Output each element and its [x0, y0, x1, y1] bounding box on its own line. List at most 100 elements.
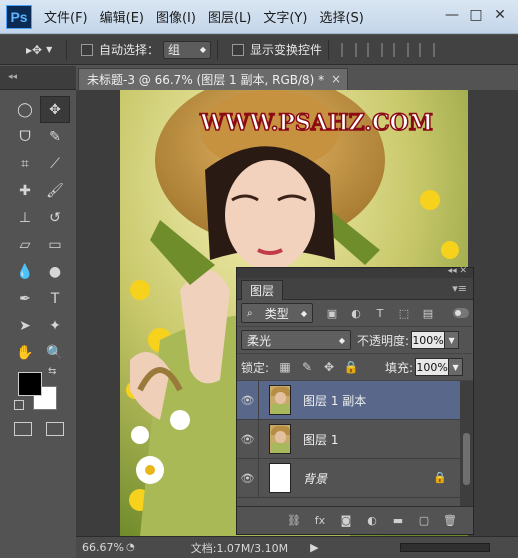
layers-tab-row: 图层 ▾≡ [237, 278, 473, 300]
tools-panel: ◂◂ ◯ ✥ ᗜ ✎ ⌗ ⟋ ✚ 🖌 ⊥ ↺ ▱ ▭ 💧 ● ✒ T ➤ ✦ ✋ 🔍 ⇆ [0, 66, 76, 544]
lock-image-icon[interactable]: ✎ [299, 360, 315, 374]
menu-select[interactable]: 选择(S) [319, 7, 363, 26]
quick-select-tool-icon[interactable]: ✎ [40, 123, 70, 150]
close-document-icon[interactable]: × [331, 72, 341, 86]
hand-tool-icon[interactable]: ✋ [10, 339, 40, 366]
fill-label: 填充: [385, 360, 414, 375]
lock-transparent-icon[interactable]: ▦ [277, 360, 293, 374]
close-window-button[interactable]: ✕ [488, 4, 512, 26]
group-icon[interactable]: ▬ [389, 514, 407, 527]
brush-tool-icon[interactable]: 🖌 [40, 177, 70, 204]
eraser-tool-icon[interactable]: ▱ [10, 231, 40, 258]
pen-tool-icon[interactable]: ✒ [10, 285, 40, 312]
link-icon[interactable]: ⛓ [285, 514, 303, 527]
layer-name[interactable]: 图层 1 副本 [303, 392, 366, 409]
foreground-color-swatch[interactable] [18, 372, 42, 396]
fx-icon[interactable]: fx [311, 514, 329, 527]
zoom-level[interactable]: 66.67% [76, 541, 126, 554]
filter-kind-dropdown[interactable]: ⌕ 类型 ◆ [241, 303, 313, 323]
document-title: 未标题-3 @ 66.7% (图层 1 副本, RGB/8) * [87, 73, 325, 87]
tool-preset-picker[interactable]: ▸✥ ▼ [26, 43, 60, 57]
document-tab[interactable]: 未标题-3 @ 66.7% (图层 1 副本, RGB/8) * × [78, 68, 348, 90]
crop-tool-icon[interactable]: ⌗ [10, 150, 40, 177]
eye-icon[interactable]: 👁 [237, 459, 259, 497]
blend-mode-dropdown[interactable]: 柔光 ◆ [241, 330, 351, 350]
healing-brush-tool-icon[interactable]: ✚ [10, 177, 40, 204]
history-brush-tool-icon[interactable]: ↺ [40, 204, 70, 231]
fill-input[interactable]: 100% [415, 358, 450, 376]
eye-icon[interactable]: 👁 [237, 420, 259, 458]
screen-mode-icon[interactable] [46, 422, 64, 436]
align-top-icon[interactable] [341, 42, 358, 57]
shape-tool-icon[interactable]: ✦ [40, 312, 70, 339]
align-left-icon[interactable] [419, 42, 436, 57]
panel-menu-icon[interactable]: ▾≡ [452, 282, 467, 295]
gradient-tool-icon[interactable]: ▭ [40, 231, 70, 258]
type-filter-icon[interactable]: T [373, 307, 387, 320]
thumb-face [275, 392, 286, 404]
zoom-tool-icon[interactable]: 🔍 [40, 339, 70, 366]
layers-scrollbar[interactable] [460, 381, 473, 506]
menu-file[interactable]: 文件(F) [44, 7, 88, 26]
type-tool-icon[interactable]: T [40, 285, 70, 312]
fill-dropdown-button[interactable]: ▼ [449, 358, 464, 376]
menu-edit[interactable]: 编辑(E) [100, 7, 144, 26]
tab-layers[interactable]: 图层 [241, 280, 284, 300]
eye-icon[interactable]: 👁 [237, 381, 259, 419]
status-menu-arrow[interactable]: ▶ [310, 541, 318, 554]
delete-icon[interactable]: 🗑 [441, 514, 459, 527]
app-logo: Ps [6, 4, 32, 29]
layer-row[interactable]: 👁 图层 1 [237, 420, 461, 459]
scroll-thumb[interactable] [463, 433, 470, 485]
move-tool-icon[interactable]: ✥ [40, 96, 70, 123]
filter-toggle[interactable] [453, 308, 469, 318]
quick-mask-icon[interactable] [14, 422, 32, 436]
align-bottom-icon[interactable] [393, 42, 410, 57]
lock-position-icon[interactable]: ✥ [321, 360, 337, 374]
marquee-tool-icon[interactable]: ◯ [10, 96, 40, 123]
smart-object-filter-icon[interactable]: ▤ [421, 307, 435, 320]
blend-mode-value: 柔光 [247, 333, 272, 348]
mask-icon[interactable]: ◙ [337, 514, 355, 527]
menu-type[interactable]: 文字(Y) [263, 7, 307, 26]
main-menu: 文件(F) 编辑(E) 图像(I) 图层(L) 文字(Y) 选择(S) [44, 7, 376, 26]
lock-all-icon[interactable]: 🔒 [343, 360, 359, 374]
layer-row[interactable]: 👁 背景 🔒 [237, 459, 461, 498]
dodge-tool-icon[interactable]: ● [40, 258, 70, 285]
lock-label: 锁定: [241, 360, 270, 375]
layer-row[interactable]: 👁 图层 1 副本 [237, 381, 461, 420]
tools-panel-header[interactable]: ◂◂ [0, 66, 76, 90]
auto-select-dropdown[interactable]: 组 ◆ [163, 40, 212, 59]
menu-layer[interactable]: 图层(L) [208, 7, 251, 26]
lasso-tool-icon[interactable]: ᗜ [10, 123, 40, 150]
layer-name[interactable]: 背景 [303, 470, 327, 487]
minimize-button[interactable]: — [440, 4, 464, 26]
layers-panel-titlebar[interactable]: ◂◂ ✕ [237, 266, 473, 278]
opacity-input[interactable]: 100% [411, 331, 446, 349]
maximize-button[interactable]: □ [464, 4, 488, 26]
auto-select-checkbox[interactable] [81, 43, 93, 56]
path-select-tool-icon[interactable]: ➤ [10, 312, 40, 339]
new-layer-icon[interactable]: ▢ [415, 514, 433, 527]
status-icon[interactable]: ◔ [126, 542, 135, 553]
default-colors-icon[interactable] [14, 400, 24, 410]
swap-colors-icon[interactable]: ⇆ [48, 366, 56, 377]
align-buttons [341, 42, 445, 57]
blend-row: 柔光 ◆ 不透明度: 100% ▼ [237, 327, 473, 354]
show-transform-checkbox[interactable] [232, 43, 245, 56]
blur-tool-icon[interactable]: 💧 [10, 258, 40, 285]
opacity-dropdown-button[interactable]: ▼ [445, 331, 460, 349]
panel-collapse-controls[interactable]: ◂◂ ✕ [448, 266, 467, 276]
shape-filter-icon[interactable]: ⬚ [397, 307, 411, 320]
layer-name[interactable]: 图层 1 [303, 431, 338, 448]
horizontal-scrollbar[interactable] [400, 543, 490, 552]
stepper-icon: ◆ [199, 45, 207, 54]
align-middle-icon[interactable] [367, 42, 384, 57]
pixel-filter-icon[interactable]: ▣ [325, 307, 339, 320]
adjustment-filter-icon[interactable]: ◐ [349, 307, 363, 320]
clone-stamp-tool-icon[interactable]: ⊥ [10, 204, 40, 231]
adjustment-icon[interactable]: ◐ [363, 514, 381, 527]
menu-image[interactable]: 图像(I) [156, 7, 196, 26]
eyedropper-tool-icon[interactable]: ⟋ [40, 150, 70, 177]
divider [217, 39, 219, 60]
